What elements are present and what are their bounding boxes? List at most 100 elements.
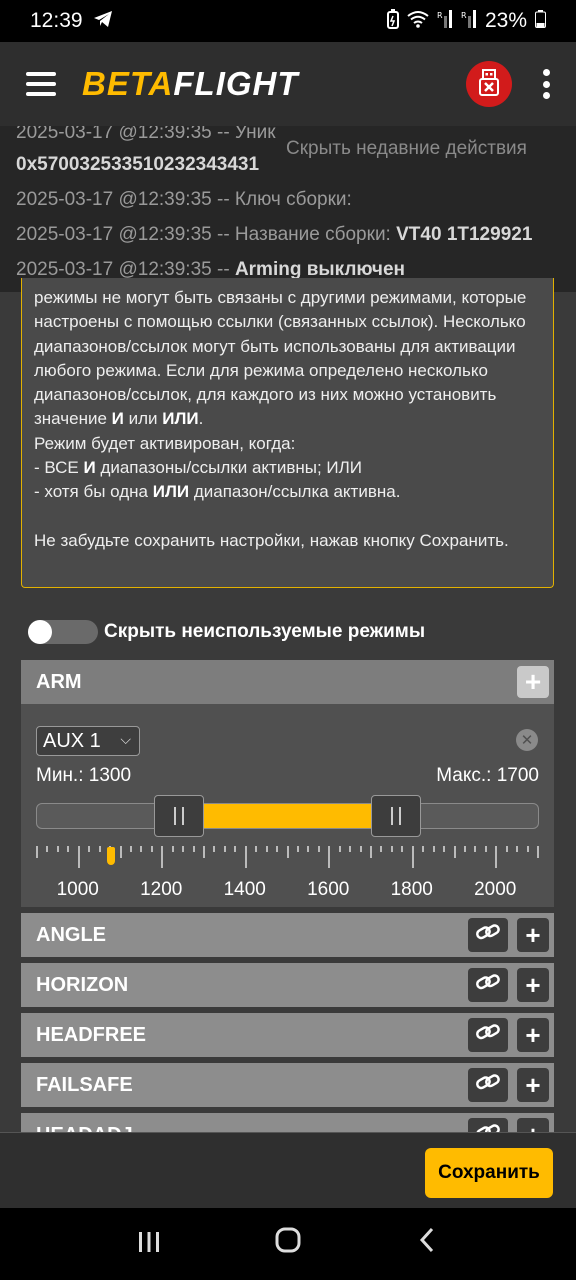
range-tick	[276, 846, 279, 852]
tick-label: 1200	[140, 879, 183, 900]
range-slider-fill	[204, 804, 371, 828]
info-paragraph: - хотя бы одна ИЛИ диапазон/ссылка актив…	[34, 482, 401, 502]
battery-icon	[535, 9, 546, 33]
range-tick	[255, 846, 258, 852]
save-button[interactable]: Сохранить	[425, 1148, 553, 1198]
range-tick	[401, 846, 404, 852]
mode-row-angle: ANGLE +	[21, 913, 554, 957]
battery-saver-icon	[386, 8, 399, 34]
range-min-label: Мин.: 1300	[36, 765, 132, 786]
range-tick	[390, 846, 393, 852]
range-max-label: Макс.: 1700	[436, 765, 539, 786]
add-range-button[interactable]: +	[517, 1068, 549, 1102]
info-paragraph: Не забудьте сохранить настройки, нажав к…	[34, 530, 509, 550]
tick-label: 1800	[390, 879, 433, 900]
range-tick	[463, 846, 466, 852]
mode-name: ANGLE	[36, 923, 106, 946]
usb-disconnected-icon[interactable]	[466, 61, 512, 107]
log-line: 2025-03-17 @12:39:35 -- Ключ сборки:	[16, 189, 352, 210]
mode-name: HEADADJ	[36, 1124, 468, 1133]
log-line: 2025-03-17 @12:39:35 -- Уник	[16, 126, 276, 143]
system-nav-bar	[0, 1208, 576, 1280]
telegram-icon	[93, 10, 113, 33]
range-tick	[286, 846, 289, 858]
range-tick	[338, 846, 341, 852]
more-options-icon[interactable]	[542, 69, 550, 99]
link-mode-button[interactable]	[468, 1118, 508, 1132]
link-icon	[475, 1022, 501, 1048]
range-tick	[77, 846, 80, 868]
tick-label: 1000	[56, 879, 99, 900]
range-tick	[422, 846, 425, 852]
range-min-handle[interactable]	[154, 795, 204, 837]
mode-name: HORIZON	[36, 973, 129, 996]
hide-unused-toggle-row: Скрыть неиспользуемые режимы	[28, 620, 425, 644]
back-icon[interactable]	[397, 1227, 457, 1261]
info-box: режимы не могут быть связаны с другими р…	[21, 278, 554, 588]
mode-arm-header: ARM +	[21, 660, 554, 704]
info-paragraph: - ВСЕ И диапазоны/ссылки активны; ИЛИ	[34, 458, 363, 478]
hide-unused-label: Скрыть неиспользуемые режимы	[104, 621, 426, 642]
recent-apps-icon[interactable]	[119, 1227, 179, 1261]
link-mode-button[interactable]	[468, 1018, 508, 1052]
svg-text:R: R	[461, 11, 467, 20]
add-range-button[interactable]: +	[517, 666, 549, 698]
range-tick	[244, 846, 247, 868]
mode-name: ARM	[36, 670, 82, 693]
range-max-handle[interactable]	[371, 795, 421, 837]
range-tick	[317, 846, 320, 852]
remove-range-icon[interactable]: ✕	[516, 729, 538, 751]
log-line: 2025-03-17 @12:39:35 -- Название сборки:…	[16, 224, 533, 245]
range-tick	[474, 846, 477, 852]
range-ticks	[36, 844, 539, 870]
mode-name: HEADFREE	[36, 1023, 147, 1046]
range-tick	[88, 846, 91, 852]
add-range-button[interactable]: +	[517, 918, 549, 952]
hide-recent-link[interactable]: Скрыть недавние действия	[286, 134, 527, 164]
range-tick	[46, 846, 49, 852]
range-slider-track[interactable]	[36, 795, 539, 837]
range-tick	[296, 846, 299, 852]
log-panel: 2025-03-17 @12:39:35 -- Уник Скрыть неда…	[0, 126, 576, 292]
add-range-button[interactable]: +	[517, 1118, 549, 1132]
range-tick	[432, 846, 435, 852]
range-tick	[307, 846, 310, 852]
range-tick	[349, 846, 352, 852]
range-tick	[495, 846, 498, 868]
battery-percent: 23%	[484, 9, 527, 32]
current-value-marker	[107, 847, 116, 865]
hide-unused-toggle[interactable]	[28, 620, 98, 644]
app-header: BETAFLIGHT	[0, 42, 576, 126]
range-tick	[119, 846, 122, 858]
range-tick	[380, 846, 383, 852]
tick-label: 2000	[474, 879, 517, 900]
add-range-button[interactable]: +	[517, 968, 549, 1002]
link-mode-button[interactable]	[468, 1068, 508, 1102]
range-tick	[192, 846, 195, 852]
range-tick	[140, 846, 143, 852]
range-tick	[36, 846, 38, 858]
range-tick	[453, 846, 456, 858]
tick-label: 1400	[223, 879, 266, 900]
status-bar: 12:39 R R 23%	[0, 0, 576, 42]
home-icon[interactable]	[258, 1227, 318, 1261]
range-tick	[370, 846, 372, 858]
range-tick	[505, 846, 508, 852]
info-paragraph: режимы не могут быть связаны с другими р…	[34, 288, 527, 429]
signal-icon-1: R	[437, 9, 453, 33]
range-tick	[161, 846, 164, 868]
range-tick	[537, 846, 539, 858]
range-tick	[67, 846, 70, 852]
chevron-down-icon: ⌵	[120, 731, 131, 747]
tick-label: 1600	[307, 879, 350, 900]
status-time: 12:39	[30, 9, 83, 32]
menu-icon[interactable]	[26, 72, 56, 96]
aux-channel-select[interactable]: AUX 1 ⌵	[36, 726, 140, 756]
range-tick	[171, 846, 174, 852]
range-tick	[98, 846, 101, 852]
link-mode-button[interactable]	[468, 968, 508, 1002]
range-tick	[411, 846, 414, 868]
add-range-button[interactable]: +	[517, 1018, 549, 1052]
range-tick	[213, 846, 216, 852]
link-mode-button[interactable]	[468, 918, 508, 952]
